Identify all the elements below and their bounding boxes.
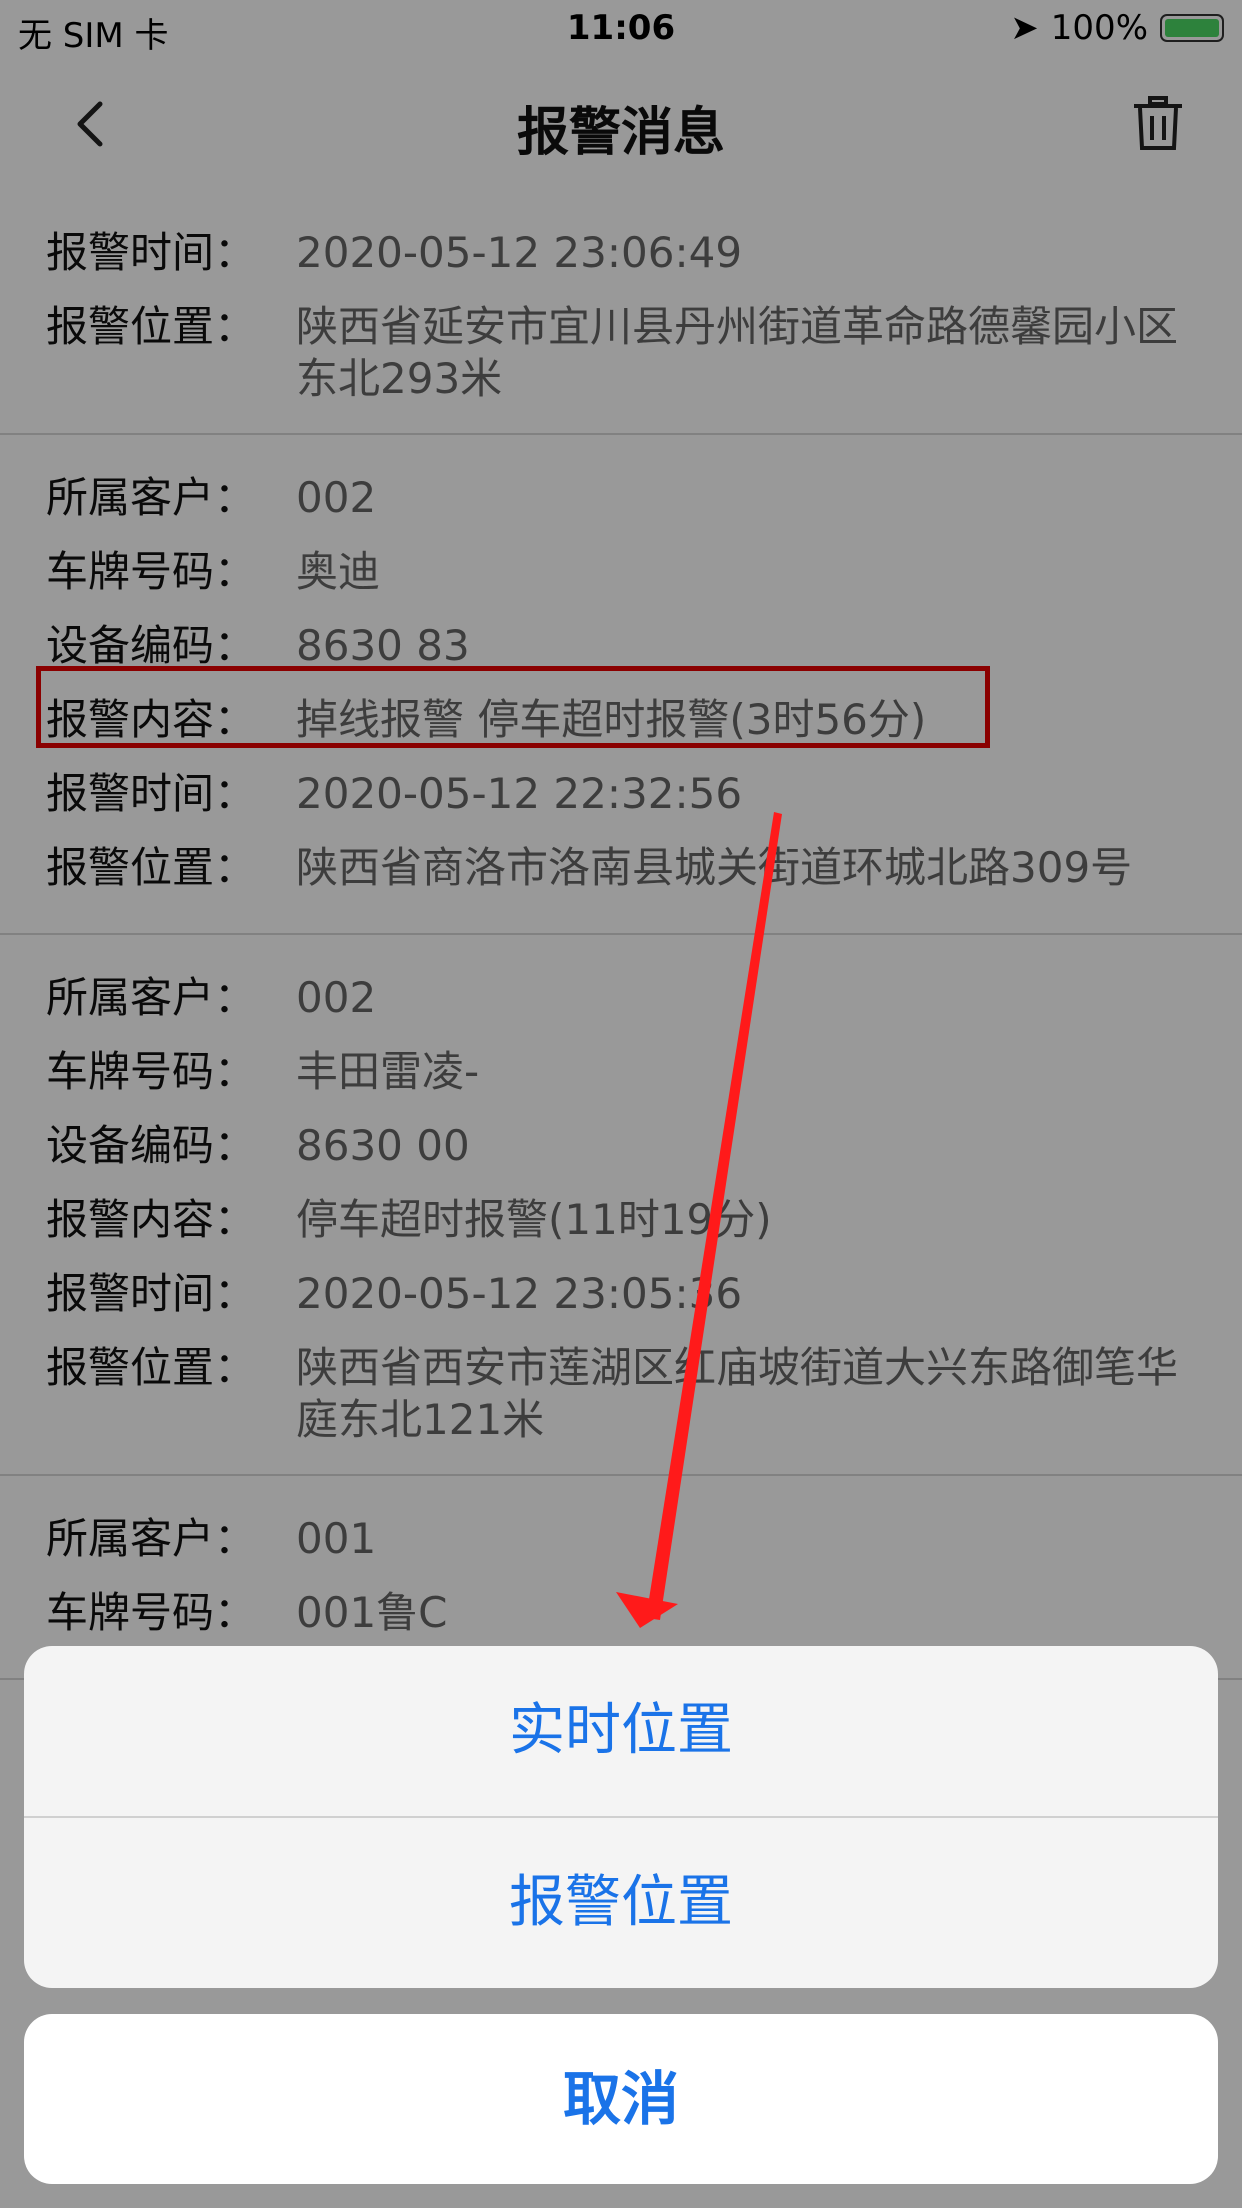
action-sheet: 实时位置 报警位置	[24, 1646, 1218, 1988]
cancel-button[interactable]: 取消	[24, 2014, 1218, 2184]
option-realtime-location[interactable]: 实时位置	[24, 1646, 1218, 1816]
option-alarm-location[interactable]: 报警位置	[24, 1818, 1218, 1988]
